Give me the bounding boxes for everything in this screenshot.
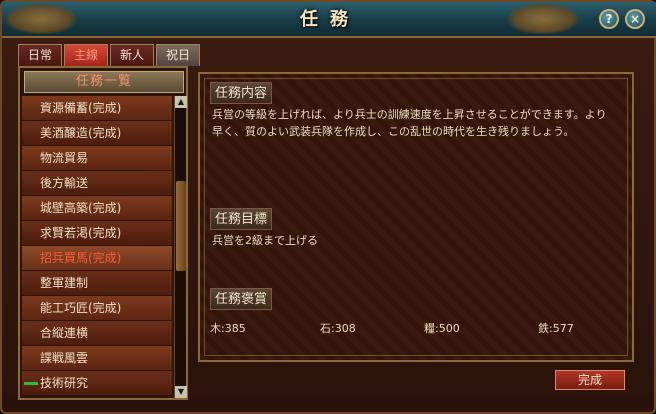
- tab-main[interactable]: 主線: [64, 44, 109, 66]
- task-window: 任務 ? × 日常 主線 新人 祝日 任務一覧 資源備蓄(完成) 美酒醸造(完成…: [0, 0, 656, 414]
- goal-section-title: 任務目標: [210, 208, 273, 230]
- task-detail-panel: 任務内容 兵営の等級を上げれば、より兵士の訓練速度を上昇させることができます。よ…: [198, 72, 634, 362]
- list-item-marked[interactable]: 技術研究: [22, 371, 172, 396]
- reward-section-title: 任務褒賞: [210, 288, 273, 310]
- reward-food: 糧:500: [424, 322, 460, 335]
- progress-mark-icon: [24, 382, 38, 385]
- tab-newbie[interactable]: 新人: [110, 44, 155, 66]
- scroll-down-arrow-icon[interactable]: ▼: [175, 386, 187, 398]
- list-item[interactable]: 資源備蓄(完成): [22, 96, 172, 121]
- help-button[interactable]: ?: [599, 9, 619, 29]
- goal-text: 兵営を2級まで上げる: [212, 234, 318, 247]
- category-tabs: 日常 主線 新人 祝日: [18, 44, 201, 66]
- list-item-label: 技術研究: [40, 376, 89, 390]
- task-list: 資源備蓄(完成) 美酒醸造(完成) 物流貿易 後方輸送 城壁高築(完成) 求賢若…: [22, 96, 172, 398]
- list-item[interactable]: 美酒醸造(完成): [22, 121, 172, 146]
- list-item[interactable]: 諜戦風雲: [22, 346, 172, 371]
- title-bar: 任務 ? ×: [2, 2, 656, 38]
- list-item-selected[interactable]: 招兵買馬(完成): [22, 246, 172, 271]
- reward-wood: 木:385: [210, 322, 246, 335]
- list-item[interactable]: 物流貿易: [22, 146, 172, 171]
- list-item[interactable]: 後方輸送: [22, 171, 172, 196]
- window-title: 任務: [300, 9, 360, 30]
- task-list-panel: 任務一覧 資源備蓄(完成) 美酒醸造(完成) 物流貿易 後方輸送 城壁高築(完成…: [18, 66, 188, 400]
- scroll-up-arrow-icon[interactable]: ▲: [175, 96, 187, 108]
- reward-iron: 鉄:577: [538, 322, 574, 335]
- scroll-thumb[interactable]: [176, 181, 186, 271]
- complete-button[interactable]: 完成: [555, 370, 625, 390]
- list-item[interactable]: 合縦連横: [22, 321, 172, 346]
- list-item[interactable]: 城壁高築(完成): [22, 196, 172, 221]
- tab-daily[interactable]: 日常: [18, 44, 63, 66]
- list-item[interactable]: 整軍建制: [22, 271, 172, 296]
- task-list-header: 任務一覧: [24, 71, 184, 93]
- reward-stone: 石:308: [320, 322, 356, 335]
- task-list-scrollbar[interactable]: ▲ ▼: [174, 96, 187, 398]
- content-section-title: 任務内容: [210, 82, 273, 104]
- content-text: 兵営の等級を上げれば、より兵士の訓練速度を上昇させることができます。より早く、質…: [212, 108, 607, 138]
- close-button[interactable]: ×: [625, 9, 645, 29]
- list-item[interactable]: 能工巧匠(完成): [22, 296, 172, 321]
- tab-holiday[interactable]: 祝日: [156, 44, 201, 66]
- list-item[interactable]: 求賢若渇(完成): [22, 221, 172, 246]
